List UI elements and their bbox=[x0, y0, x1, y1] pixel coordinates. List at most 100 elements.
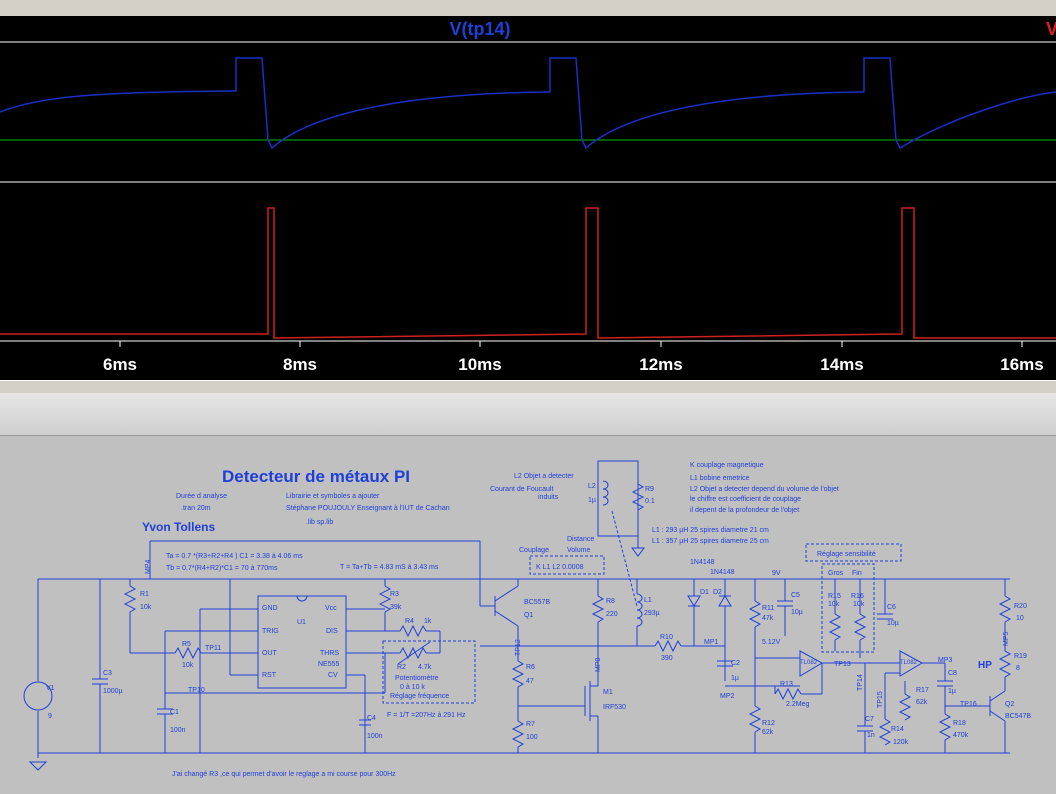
label-r9[interactable]: R9 bbox=[645, 486, 654, 493]
note-reglage-sens[interactable]: Réglage sensibilité bbox=[817, 551, 876, 558]
tp-mp2[interactable]: MP2 bbox=[720, 693, 735, 700]
tp-mp0[interactable]: MP0 bbox=[595, 658, 602, 673]
tp-tp12[interactable]: TP12 bbox=[515, 639, 522, 656]
value-r4[interactable]: 1k bbox=[424, 618, 432, 625]
label-c6[interactable]: C6 bbox=[887, 604, 896, 611]
schematic-canvas[interactable]: Detecteur de métaux PI Yvon Tollens Duré… bbox=[0, 436, 1056, 794]
note-tb[interactable]: Tb = 0.7*(R4+R2)*C1 = 70 à 770ms bbox=[166, 565, 278, 572]
note-ta[interactable]: Ta = 0.7 *(R3+R2+R4 ) C1 = 3.38 à 4.06 m… bbox=[166, 553, 303, 560]
label-q2[interactable]: Q2 bbox=[1005, 701, 1014, 708]
label-r6[interactable]: R6 bbox=[526, 664, 535, 671]
value-r1[interactable]: 10k bbox=[140, 604, 152, 611]
note-l2obj[interactable]: L2 Objet a detecter bbox=[514, 473, 574, 480]
trace1-label[interactable]: V(tp14) bbox=[449, 19, 510, 39]
value-r5[interactable]: 10k bbox=[182, 662, 194, 669]
label-r13[interactable]: R13 bbox=[780, 681, 793, 688]
label-c3[interactable]: C3 bbox=[103, 670, 112, 677]
note-duree[interactable]: Durée d analyse bbox=[176, 493, 227, 500]
note-fin[interactable]: Fin bbox=[852, 570, 862, 577]
spice-k-directive[interactable]: K L1 L2 0.0008 bbox=[536, 564, 584, 571]
note-lib2[interactable]: Stéphane POUJOULY Enseignant à l'IUT de … bbox=[286, 505, 450, 512]
value-v1[interactable]: 9 bbox=[48, 713, 52, 720]
note-footer[interactable]: J'ai changé R3 ,ce qui permet d'avoir le… bbox=[172, 771, 396, 778]
label-r1[interactable]: R1 bbox=[140, 591, 149, 598]
value-r7[interactable]: 100 bbox=[526, 734, 538, 741]
window-divider[interactable] bbox=[0, 380, 1056, 394]
value-c1[interactable]: 100n bbox=[170, 727, 186, 734]
label-v1[interactable]: V1 bbox=[46, 685, 55, 692]
value-l2[interactable]: 1µ bbox=[588, 497, 596, 504]
tp-tp11[interactable]: TP11 bbox=[205, 645, 221, 652]
tp-tp16[interactable]: TP16 bbox=[960, 701, 977, 708]
note-t[interactable]: T = Ta+Tb = 4.83 mS à 3.43 ms bbox=[340, 564, 439, 571]
note-gros[interactable]: Gros bbox=[828, 570, 844, 577]
value-c4[interactable]: 100n bbox=[367, 733, 383, 740]
note-k3[interactable]: L2 Objet a detecter depend du volume de … bbox=[690, 486, 839, 493]
label-c1[interactable]: C1 bbox=[170, 709, 179, 716]
tp-mp3[interactable]: MP3 bbox=[938, 657, 953, 664]
waveform-plot[interactable]: V(tp14) V 6ms 8ms 10ms 12ms 14ms 16ms bbox=[0, 0, 1056, 380]
schematic-title[interactable]: Detecteur de métaux PI bbox=[222, 467, 410, 486]
label-r19[interactable]: R19 bbox=[1014, 653, 1027, 660]
tp-mp5[interactable]: MP5 bbox=[1003, 632, 1010, 647]
note-hp[interactable]: HP bbox=[978, 660, 992, 671]
schematic-window-header[interactable] bbox=[0, 393, 1056, 436]
label-r2[interactable]: R2 bbox=[397, 664, 406, 671]
value-r2[interactable]: 4.7k bbox=[418, 664, 432, 671]
value-c6[interactable]: 10µ bbox=[887, 620, 899, 627]
value-r18[interactable]: 470k bbox=[953, 732, 969, 739]
note-distance1[interactable]: Distance bbox=[567, 536, 594, 543]
note-l1a[interactable]: L1 : 293 µH 25 spires diametre 21 cm bbox=[652, 527, 769, 534]
label-r10[interactable]: R10 bbox=[660, 634, 673, 641]
value-r19[interactable]: 8 bbox=[1016, 665, 1020, 672]
note-pot2[interactable]: 0 à 10 k bbox=[400, 684, 425, 691]
label-r4[interactable]: R4 bbox=[405, 618, 414, 625]
label-opamp1[interactable]: TL082 bbox=[800, 660, 818, 666]
value-r6[interactable]: 47 bbox=[526, 678, 534, 685]
label-r18[interactable]: R18 bbox=[953, 720, 966, 727]
label-r12[interactable]: R12 bbox=[762, 720, 775, 727]
label-l2[interactable]: L2 bbox=[588, 483, 596, 490]
value-r9[interactable]: 0.1 bbox=[645, 498, 655, 505]
label-r16[interactable]: R16 bbox=[851, 593, 864, 600]
note-tran[interactable]: .tran 20m bbox=[181, 505, 211, 512]
value-r15[interactable]: 10k bbox=[828, 601, 840, 608]
tp-tp10[interactable]: TP10 bbox=[188, 687, 205, 694]
value-c8[interactable]: 1µ bbox=[948, 688, 956, 695]
label-m1[interactable]: M1 bbox=[603, 689, 613, 696]
label-d2[interactable]: D2 bbox=[713, 589, 722, 596]
label-d1n[interactable]: 1N4148 bbox=[690, 559, 715, 566]
label-r3[interactable]: R3 bbox=[390, 591, 399, 598]
note-freq[interactable]: F = 1/T =207Hz à 291 Hz bbox=[387, 712, 466, 719]
note-lib3[interactable]: .lib sp.lib bbox=[306, 519, 333, 526]
value-r14[interactable]: 120k bbox=[893, 739, 909, 746]
value-q2[interactable]: BC547B bbox=[1005, 713, 1031, 720]
value-r12[interactable]: 62k bbox=[762, 729, 774, 736]
label-d1[interactable]: D1 bbox=[700, 589, 709, 596]
note-pot1[interactable]: Potentiomètre bbox=[395, 675, 439, 682]
value-c2[interactable]: 1µ bbox=[731, 675, 739, 682]
note-k5[interactable]: il depent de la profondeur de l'objet bbox=[690, 507, 799, 514]
label-r5[interactable]: R5 bbox=[182, 641, 191, 648]
label-opamp2[interactable]: TL082 bbox=[900, 660, 918, 666]
label-c8[interactable]: C8 bbox=[948, 670, 957, 677]
label-ne555[interactable]: NE555 bbox=[318, 661, 340, 668]
label-l1[interactable]: L1 bbox=[644, 597, 652, 604]
tp-tp13[interactable]: TP13 bbox=[834, 661, 851, 668]
note-courant1[interactable]: Courant de Foucault bbox=[490, 486, 553, 493]
note-9v[interactable]: 9V bbox=[772, 570, 781, 577]
label-r20[interactable]: R20 bbox=[1014, 603, 1027, 610]
value-q1[interactable]: BC557B bbox=[524, 599, 550, 606]
note-k1[interactable]: K couplage magnetique bbox=[690, 462, 764, 469]
value-r13[interactable]: 2.2Meg bbox=[786, 701, 809, 708]
value-c3[interactable]: 1000µ bbox=[103, 688, 123, 695]
value-r11[interactable]: 47k bbox=[762, 615, 774, 622]
label-r15[interactable]: R15 bbox=[828, 593, 841, 600]
value-r17[interactable]: 62k bbox=[916, 699, 928, 706]
note-k4[interactable]: le chiffre est coefficient de couplage bbox=[690, 496, 801, 503]
value-l1[interactable]: 293µ bbox=[644, 610, 660, 617]
value-r8[interactable]: 220 bbox=[606, 611, 618, 618]
note-couplage[interactable]: Couplage bbox=[519, 547, 549, 554]
value-r10[interactable]: 390 bbox=[661, 655, 673, 662]
label-r8[interactable]: R8 bbox=[606, 598, 615, 605]
